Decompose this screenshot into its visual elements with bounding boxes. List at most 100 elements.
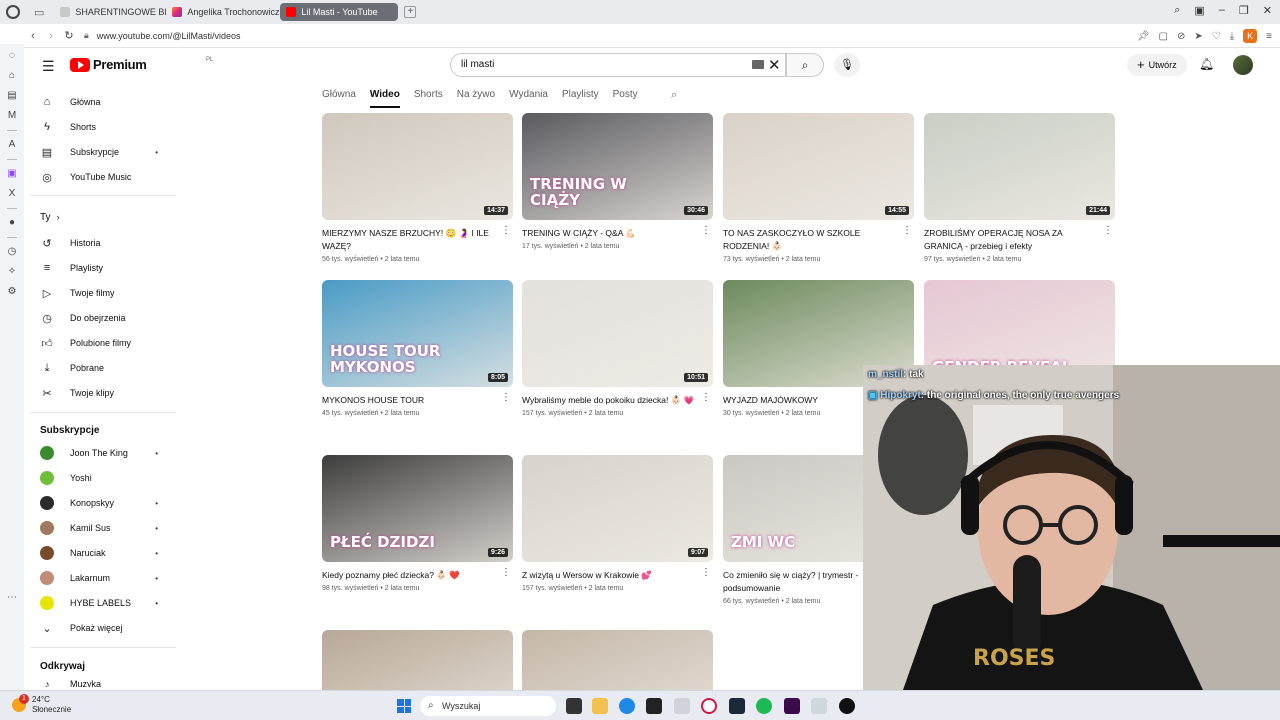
mail-icon[interactable]: M [6, 110, 18, 122]
tab-manager-icon[interactable]: ▭ [34, 6, 44, 19]
video-card[interactable]: HOUSE TOUR MYKONOS 8:05 MYKONOS HOUSE TOUR… [322, 280, 513, 417]
sidebar-item-playlists[interactable]: ≡ Playlisty [40, 258, 160, 278]
minimize-button[interactable]: – [1219, 4, 1225, 17]
browser-tab-active[interactable]: Lil Masti - YouTube [280, 3, 399, 21]
video-title[interactable]: Wybraliśmy meble do pokoiku dziecka! 👶🏻 … [522, 394, 698, 407]
video-thumbnail[interactable]: 14:55 [723, 113, 914, 220]
video-more-options-icon[interactable]: ⋮ [701, 392, 711, 403]
url-field[interactable]: www.youtube.com/@LilMasti/videos [97, 31, 241, 41]
weather-widget[interactable]: 1 24°C Słonecznie [12, 694, 71, 715]
video-title[interactable]: MYKONOS HOUSE TOUR [322, 394, 498, 407]
obs-icon[interactable] [839, 698, 855, 714]
sidebar-show-more[interactable]: ⌄ Pokaż więcej [40, 618, 160, 638]
video-more-options-icon[interactable]: ⋮ [701, 225, 711, 236]
video-thumbnail[interactable]: 9:07 [522, 455, 713, 562]
workspace-icon[interactable]: ⌂ [6, 70, 18, 82]
video-more-options-icon[interactable]: ⋮ [501, 225, 511, 236]
account-avatar[interactable] [1233, 55, 1253, 75]
sidebar-item-liked[interactable]: 👍︎ Polubione filmy [40, 333, 160, 353]
sidebar-channel[interactable]: Joon The King • [40, 443, 160, 463]
spotify-icon[interactable] [756, 698, 772, 714]
video-title[interactable]: TRENING W CIĄŻY - Q&A 💪🏻 [522, 227, 698, 240]
video-thumbnail[interactable]: 10:51 [522, 280, 713, 387]
video-card[interactable]: 9:07 Z wizytą u Wersow w Krakowie 💕 157 ty… [522, 455, 713, 592]
video-title[interactable]: MIERZYMY NASZE BRZUCHY! 😳 🤰 I ILE WAŻĘ? [322, 227, 498, 253]
video-title[interactable]: ZROBILIŚMY OPERACJĘ NOSA ZA GRANICĄ - pr… [924, 227, 1100, 253]
history-icon[interactable]: ◷ [6, 246, 18, 258]
video-thumbnail[interactable]: TRENING W CIĄŻY 30:46 [522, 113, 713, 220]
keyboard-icon[interactable] [752, 60, 764, 69]
download-icon[interactable]: ⤓ [1230, 31, 1234, 42]
tab-shorts[interactable]: Shorts [414, 89, 443, 108]
hamburger-menu-icon[interactable]: ☰ [42, 58, 55, 75]
send-icon[interactable]: ➤ [1194, 31, 1202, 42]
back-button[interactable]: ‹ [24, 30, 42, 42]
app-icon[interactable] [674, 698, 690, 714]
task-view-icon[interactable] [566, 698, 582, 714]
sidebar-you-heading[interactable]: Ty › [40, 207, 160, 227]
player-icon[interactable]: ● [6, 217, 18, 229]
browser-tab-1[interactable]: SHARENTINGOWE BINGO [54, 3, 166, 21]
pin-icon[interactable]: 📌︎ [1137, 31, 1150, 42]
x-icon[interactable]: X [6, 188, 18, 200]
new-tab-button[interactable]: + [404, 6, 417, 18]
opera-logo-icon[interactable] [6, 5, 20, 19]
video-card[interactable]: PŁEĆ DZIDZI 9:26 Kiedy poznamy płeć dzieck… [322, 455, 513, 592]
sidebar-item-subscriptions[interactable]: ▤ Subskrypcje • [40, 142, 160, 162]
video-more-options-icon[interactable]: ⋮ [501, 567, 511, 578]
screenshot-icon[interactable]: ▣ [1194, 4, 1204, 17]
sidebar-item-watch-later[interactable]: ◷ Do obejrzenia [40, 308, 160, 328]
notepad-icon[interactable] [811, 698, 827, 714]
extensions-icon[interactable]: ✧ [6, 266, 18, 278]
reload-button[interactable]: ↻ [60, 29, 78, 42]
sidebar-channel[interactable]: Konopskyy • [40, 493, 160, 513]
app-icon[interactable]: A [6, 139, 18, 151]
menu-icon[interactable]: ≡ [1266, 31, 1272, 42]
video-card[interactable]: TRENING W CIĄŻY 30:46 TRENING W CIĄŻY - Q&… [522, 113, 713, 250]
search-button[interactable]: ⌕ [786, 53, 824, 77]
search-tabs-icon[interactable]: ⌕ [1174, 4, 1180, 17]
clear-search-icon[interactable]: ✕ [768, 56, 781, 74]
video-thumbnail[interactable]: PŁEĆ DZIDZI 9:26 [322, 455, 513, 562]
tab-releases[interactable]: Wydania [509, 89, 548, 108]
sidebar-channel[interactable]: HYBE LABELS • [40, 593, 160, 613]
video-card[interactable]: 14:37 MIERZYMY NASZE BRZUCHY! 😳 🤰 I ILE W… [322, 113, 513, 263]
sidebar-item-your-videos[interactable]: ▷ Twoje filmy [40, 283, 160, 303]
block-icon[interactable]: ⊘ [1177, 31, 1185, 42]
create-button[interactable]: + Utwórz [1127, 54, 1187, 76]
tab-playlists[interactable]: Playlisty [562, 89, 599, 108]
extension-icon[interactable]: ▢ [1159, 31, 1168, 42]
store-icon[interactable] [646, 698, 662, 714]
tab-posts[interactable]: Posty [613, 89, 638, 108]
video-card[interactable]: 14:55 TO NAS ZASKOCZYŁO W SZKOLE RODZENIA… [723, 113, 914, 263]
twitch-icon[interactable]: ▣ [6, 168, 18, 180]
video-thumbnail[interactable]: 21:44 [924, 113, 1115, 220]
notifications-bell-icon[interactable]: 🔔︎ [1199, 57, 1214, 71]
youtube-logo[interactable]: Premium PL [70, 57, 213, 72]
video-more-options-icon[interactable]: ⋮ [701, 567, 711, 578]
video-card[interactable]: 10:51 Wybraliśmy meble do pokoiku dziecka… [522, 280, 713, 417]
video-thumbnail[interactable]: HOUSE TOUR MYKONOS 8:05 [322, 280, 513, 387]
video-title[interactable]: Z wizytą u Wersow w Krakowie 💕 [522, 569, 698, 582]
opera-taskbar-icon[interactable] [701, 698, 717, 714]
sidebar-channel[interactable]: Kamil Sus • [40, 518, 160, 538]
lock-icon[interactable]: 🔒︎ [84, 30, 89, 41]
video-more-options-icon[interactable]: ⋮ [1103, 225, 1113, 236]
sidebar-channel[interactable]: Naruciak • [40, 543, 160, 563]
voice-search-button[interactable]: 🎙︎ [834, 53, 860, 77]
tab-home[interactable]: Główna [322, 89, 356, 108]
sidebar-item-home[interactable]: ⌂ Główna [40, 92, 160, 112]
sidebar-item-downloads[interactable]: ⤓ Pobrane [40, 358, 160, 378]
windows-start-icon[interactable] [397, 699, 411, 713]
taskbar-search-input[interactable]: ⌕ Wyszukaj [420, 696, 556, 716]
video-card[interactable]: 21:44 ZROBILIŚMY OPERACJĘ NOSA ZA GRANICĄ… [924, 113, 1115, 263]
tab-videos[interactable]: Wideo [369, 89, 400, 108]
tab-live[interactable]: Na żywo [457, 89, 495, 108]
forward-button[interactable]: › [42, 30, 60, 42]
file-explorer-icon[interactable] [592, 698, 608, 714]
sidebar-channel[interactable]: Lakarnum • [40, 568, 160, 588]
video-title[interactable]: Kiedy poznamy płeć dziecka? 👶🏻 ❤️ [322, 569, 498, 582]
close-window-button[interactable]: ✕ [1263, 4, 1272, 17]
ai-assistant-icon[interactable]: ◌ [6, 50, 18, 62]
sidebar-channel[interactable]: Yoshi [40, 468, 160, 488]
